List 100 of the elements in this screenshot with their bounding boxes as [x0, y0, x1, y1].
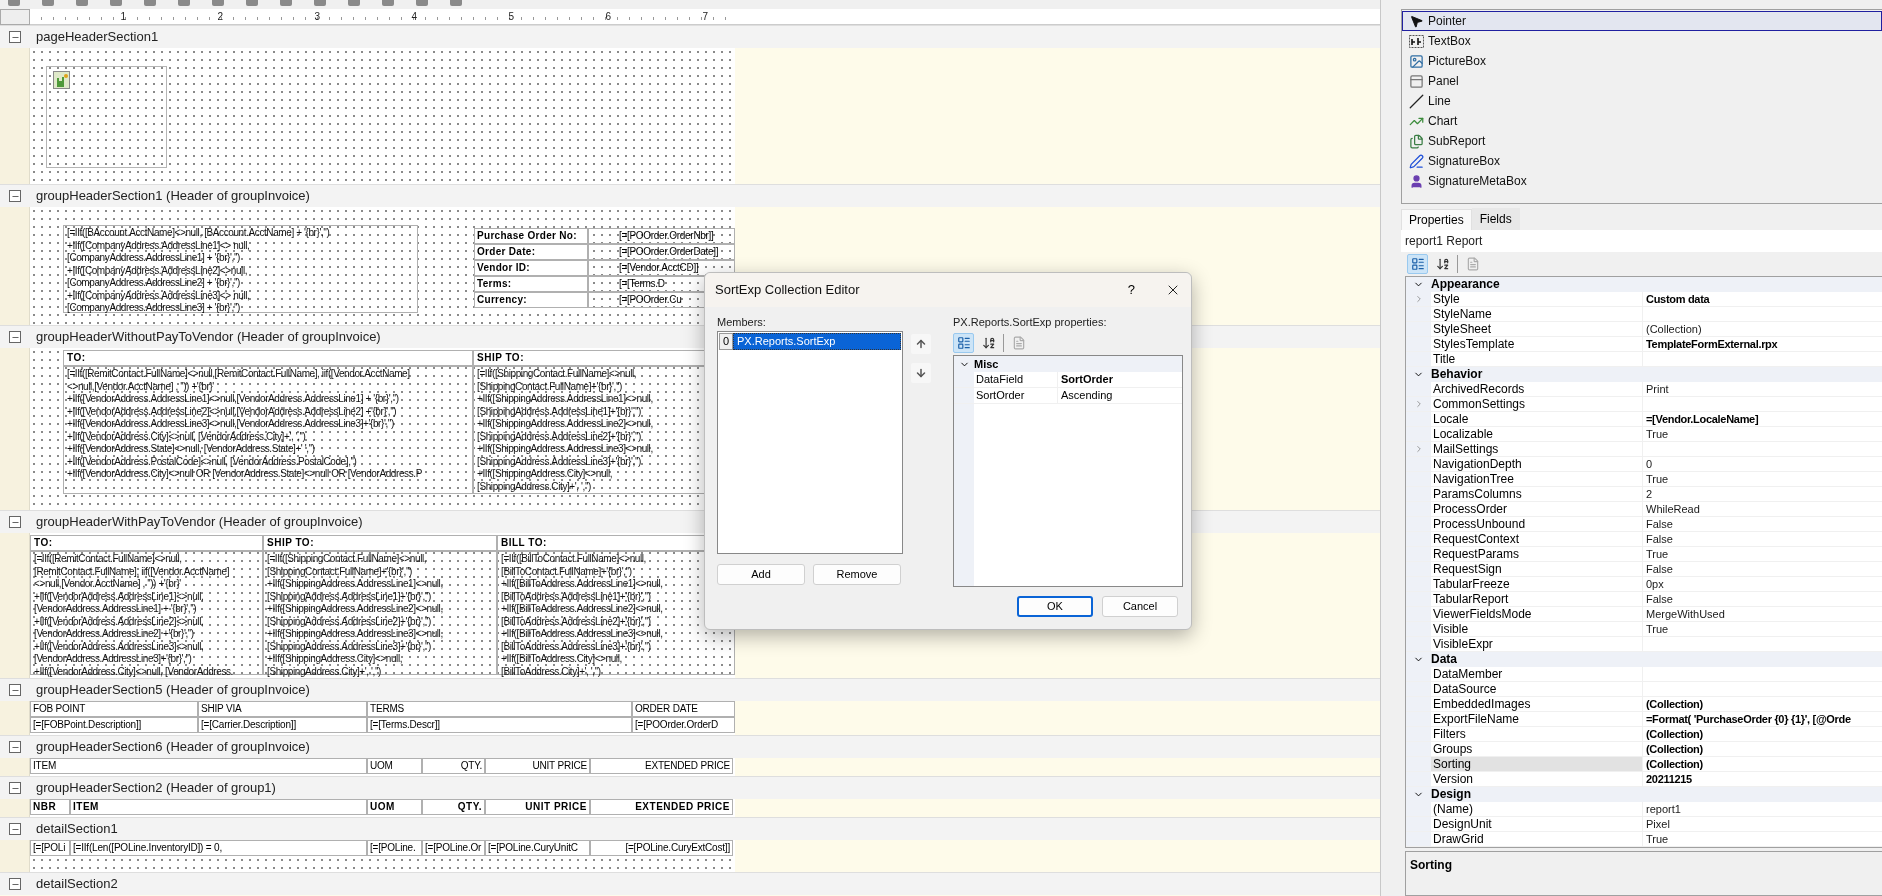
toolbox-item[interactable]: SignatureMetaBox	[1402, 171, 1882, 191]
property-row[interactable]: MailSettings	[1406, 442, 1882, 457]
property-name[interactable]: RequestParams	[1431, 547, 1643, 561]
property-name[interactable]: DesignUnit	[1431, 817, 1643, 831]
property-name[interactable]: DataSource	[1431, 682, 1643, 696]
property-name[interactable]: TabularFreeze	[1431, 577, 1643, 591]
property-row[interactable]: NavigationDepth 0	[1406, 457, 1882, 472]
report-textbox[interactable]: [=[POOrder.OrderDate]]	[588, 244, 735, 260]
report-textbox[interactable]: Vendor ID:	[474, 260, 588, 276]
collapse-toggle[interactable]	[9, 823, 21, 835]
collapse-toggle[interactable]	[9, 516, 21, 528]
toolbox-item[interactable]: Chart	[1402, 111, 1882, 131]
section-header-bar[interactable]: groupHeaderSection5 (Header of groupInvoice)	[0, 678, 1380, 701]
property-value[interactable]: (Collection)	[1643, 697, 1703, 711]
toolbox-item[interactable]: Pointer	[1402, 11, 1882, 31]
property-value[interactable]: 2	[1643, 487, 1653, 501]
panel-tab[interactable]: Properties	[1401, 209, 1472, 230]
property-name[interactable]: Groups	[1431, 742, 1643, 756]
property-value[interactable]: Custom data	[1643, 292, 1710, 306]
report-textbox[interactable]: FOB POINT	[30, 701, 198, 717]
section-header-bar[interactable]: groupHeaderSection1 (Header of groupInvoice)	[0, 184, 1380, 207]
property-name[interactable]: CommonSettings	[1431, 397, 1643, 411]
property-name[interactable]: TabularReport	[1431, 592, 1643, 606]
property-value[interactable]: False	[1643, 592, 1673, 606]
property-value[interactable]: False	[1643, 532, 1673, 546]
toolbox-item[interactable]: Line	[1402, 91, 1882, 111]
property-row[interactable]: (Name) report1	[1406, 802, 1882, 817]
property-name[interactable]: StylesTemplate	[1431, 337, 1643, 351]
property-value[interactable]: Ascending	[1058, 388, 1113, 403]
collapse-toggle[interactable]	[9, 190, 21, 202]
toolbox-item[interactable]: PictureBox	[1402, 51, 1882, 71]
property-row[interactable]: Sorting (Collection)	[1406, 757, 1882, 772]
property-name[interactable]: NavigationDepth	[1431, 457, 1643, 471]
report-textbox[interactable]: ORDER DATE	[632, 701, 735, 717]
report-textbox[interactable]: [=[POLi	[30, 840, 70, 856]
property-name[interactable]: (Name)	[1431, 802, 1643, 816]
property-row[interactable]: DataSource	[1406, 682, 1882, 697]
property-name[interactable]: Style	[1431, 292, 1643, 306]
report-textbox[interactable]: ITEM	[30, 758, 367, 774]
collapse-toggle[interactable]	[9, 684, 21, 696]
property-row[interactable]: Localizable True	[1406, 427, 1882, 442]
property-name[interactable]: ProcessOrder	[1431, 502, 1643, 516]
property-row[interactable]: Style Custom data	[1406, 292, 1882, 307]
property-value[interactable]: True	[1643, 622, 1669, 636]
collapse-toggle[interactable]	[9, 331, 21, 343]
property-name[interactable]: MailSettings	[1431, 442, 1643, 456]
property-name[interactable]: StyleSheet	[1431, 322, 1643, 336]
section-header-bar[interactable]: detailSection2	[0, 872, 1380, 895]
property-value[interactable]: WhileRead	[1643, 502, 1700, 516]
property-name[interactable]: ProcessUnbound	[1431, 517, 1643, 531]
property-value[interactable]: =Format( 'PurchaseOrder {0} {1}', [@Orde	[1643, 712, 1851, 726]
property-name[interactable]: DataField	[974, 372, 1058, 387]
property-row[interactable]: StyleSheet (Collection)	[1406, 322, 1882, 337]
report-textbox[interactable]: QTY.	[422, 799, 485, 815]
report-textbox[interactable]: Currency:	[474, 292, 588, 308]
report-textbox[interactable]: SHIP VIA	[198, 701, 367, 717]
report-textbox[interactable]: [=IIf([RemitContact.FullName]<>null,[RemitContact.FullName], iif([Vendor.AcctName] <>null,[Vendor.AcctName] , '')) +'{br}' +IIf([VendorAddress.AddressLine1]<>null,[VendorAddress.AddressLine1] + '{br}','') +IIf([VendorAddress.AddressLine2]<>null,[VendorAddress.AddressLine2] +'{br}','') +IIf([VendorAddress.AddressLine3]<>null,[VendorAddress.AddressLine3]+'{br}','') +IIf([VendorAddress.City]<>null, [VendorAddress.City]+', ','') +IIf([VendorAddress.State]<>null, [VendorAddress.State]+' ','') +IIf([VendorAddress.PostalCode]<>null, [VendorAddress.PostalCode],'') +IIf([VendorAddress.City]<>null OR [VendorAddress.State]<>null OR [VendorAddress.P	[63, 366, 473, 494]
property-value[interactable]: False	[1643, 562, 1673, 576]
property-value[interactable]: report1	[1643, 802, 1681, 816]
property-row[interactable]: DrawGrid True	[1406, 832, 1882, 847]
collapse-toggle[interactable]	[9, 741, 21, 753]
report-textbox[interactable]: [=IIf([RemitContact.FullName]<>null, [RemitContact.FullName], iif([Vendor.AcctName] <>null,[Vendor.AcctName] , '')) +'{br}' +IIf([VendorAddress.AddressLine1]<>null, [VendorAddress.AddressLine1] + '{br}','') +IIf([VendorAddress.AddressLine2]<>null, [VendorAddress.AddressLine2] +'{br}','') +IIf([VendorAddress.AddressLine3]<>null, [VendorAddress.AddressLine3]+'{br}','') +IIf([VendorAddress.City]<>null, [VendorAddress.	[30, 551, 263, 675]
property-row[interactable]: ArchivedRecords Print	[1406, 382, 1882, 397]
property-row[interactable]: TabularReport False	[1406, 592, 1882, 607]
property-value[interactable]: =[Vendor.LocaleName]	[1643, 412, 1759, 426]
property-row[interactable]: ParamsColumns 2	[1406, 487, 1882, 502]
property-name[interactable]: RequestSign	[1431, 562, 1643, 576]
report-textbox[interactable]: [=[POOrder.OrderD	[632, 717, 735, 733]
property-name[interactable]: Version	[1431, 772, 1643, 786]
property-row[interactable]: NavigationTree True	[1406, 472, 1882, 487]
property-row[interactable]: Groups (Collection)	[1406, 742, 1882, 757]
categorized-view-button[interactable]	[1407, 254, 1428, 274]
toolbox-item[interactable]: TextBox	[1402, 31, 1882, 51]
property-row[interactable]: TabularFreeze 0px	[1406, 577, 1882, 592]
report-textbox[interactable]: QTY.	[422, 758, 485, 774]
report-textbox[interactable]: TERMS	[367, 701, 632, 717]
property-row[interactable]: Locale =[Vendor.LocaleName]	[1406, 412, 1882, 427]
property-value[interactable]: True	[1643, 427, 1669, 441]
report-textbox[interactable]: ITEM	[70, 799, 367, 815]
section-header-bar[interactable]: groupHeaderSection2 (Header of group1)	[0, 776, 1380, 799]
property-name[interactable]: SortOrder	[974, 388, 1058, 403]
property-value[interactable]: 0	[1643, 457, 1653, 471]
report-textbox[interactable]: TO:	[30, 535, 263, 551]
dialog-button[interactable]: OK	[1017, 596, 1093, 617]
property-name[interactable]: ArchivedRecords	[1431, 382, 1643, 396]
report-textbox[interactable]: [=[POLine.	[367, 840, 422, 856]
property-value[interactable]: 20211215	[1643, 772, 1692, 786]
property-row[interactable]: Filters (Collection)	[1406, 727, 1882, 742]
collapse-toggle[interactable]	[9, 31, 21, 43]
property-row[interactable]: DataMember	[1406, 667, 1882, 682]
property-row[interactable]: EmbeddedImages (Collection)	[1406, 697, 1882, 712]
property-row[interactable]: ProcessUnbound False	[1406, 517, 1882, 532]
property-row[interactable]: CommonSettings	[1406, 397, 1882, 412]
property-row[interactable]: ExportFileName =Format( 'PurchaseOrder {0} {1}', [@Orde	[1406, 712, 1882, 727]
report-textbox[interactable]: TO:	[63, 350, 473, 366]
report-textbox[interactable]: EXTENDED PRICE	[590, 799, 733, 815]
property-name[interactable]: NavigationTree	[1431, 472, 1643, 486]
property-value[interactable]: Print	[1643, 382, 1669, 396]
report-textbox[interactable]: UNIT PRICE	[485, 758, 590, 774]
property-name[interactable]: ViewerFieldsMode	[1431, 607, 1643, 621]
